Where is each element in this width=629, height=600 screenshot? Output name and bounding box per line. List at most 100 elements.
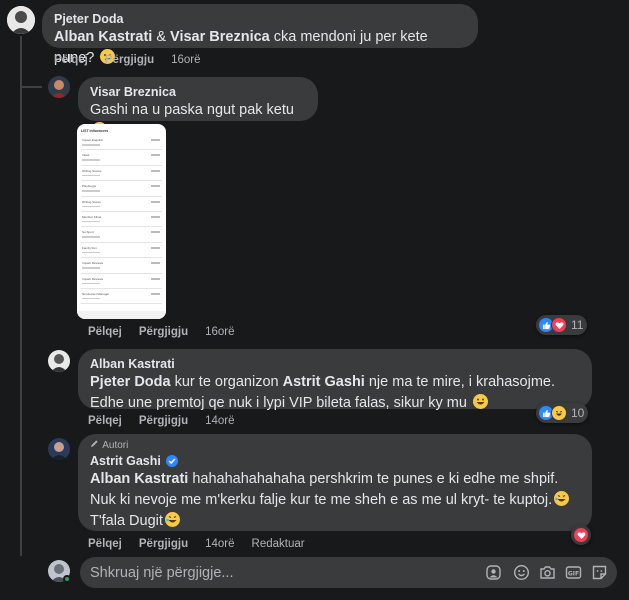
emoji-icon[interactable] <box>513 564 530 581</box>
image-row-sub <box>82 251 100 254</box>
image-row-value <box>151 246 160 249</box>
like-link[interactable]: Pëlqej <box>54 54 88 66</box>
comment-author: Astrit Gashi <box>90 453 580 469</box>
comment-author[interactable]: Pjeter Doda <box>54 11 466 27</box>
image-row-value <box>151 169 160 172</box>
image-bottom-bar <box>77 311 166 319</box>
mention-link[interactable]: Astrit Gashi <box>283 374 365 390</box>
image-row: Impact Reviews <box>81 274 162 289</box>
image-row-sub <box>82 297 100 300</box>
image-row-value <box>151 215 160 218</box>
timestamp[interactable]: 14orë <box>205 415 234 427</box>
comment-text: Alban Kastrati hahahahahahaha pershkrim … <box>90 469 580 532</box>
author-badge: Autori <box>90 439 580 453</box>
comment-text: Pjeter Doda kur te organizon Astrit Gash… <box>90 374 556 411</box>
thread-branch <box>20 86 42 88</box>
image-row-label: Member Klinet <box>82 214 102 219</box>
sticker-icon[interactable] <box>591 564 608 581</box>
image-row-sub <box>82 220 100 223</box>
comment-bubble: Autori Astrit Gashi Alban Kastrati hahah… <box>78 434 592 531</box>
image-row-sub <box>82 236 100 238</box>
image-title: LIST influencers <box>81 129 109 133</box>
image-row-label: Playbuggs <box>82 184 97 189</box>
pencil-icon <box>90 439 100 453</box>
image-row-sub <box>82 267 100 269</box>
reaction-summary[interactable] <box>571 525 591 545</box>
image-row: Inkett <box>81 150 162 166</box>
rofl-face-icon <box>554 491 570 506</box>
reaction-summary[interactable]: 11 <box>536 315 588 335</box>
image-row-sub <box>82 190 100 192</box>
image-row: Impact Reviews <box>81 258 162 274</box>
camera-icon[interactable] <box>539 564 556 581</box>
image-row-value <box>151 277 160 280</box>
mention-link[interactable]: Pjeter Doda <box>90 374 171 390</box>
reaction-count: 10 <box>571 406 585 420</box>
comment-actions: Pëlqej Përgjigju 14orë <box>88 415 252 427</box>
love-reaction-icon <box>573 527 589 543</box>
like-link[interactable]: Pëlqej <box>88 326 122 338</box>
avatar[interactable] <box>48 76 70 98</box>
reply-input[interactable] <box>80 557 460 588</box>
haha-reaction-icon <box>551 405 567 421</box>
reply-composer: GIF <box>80 557 617 588</box>
image-row-sub <box>82 174 100 177</box>
rofl-face-icon <box>164 512 180 527</box>
comment-actions: Pëlqej Përgjigju 14orë Redaktuar <box>88 538 322 550</box>
timestamp[interactable]: 16orë <box>205 326 234 338</box>
mention-link[interactable]: Visar Breznica <box>170 29 270 45</box>
image-row-value <box>151 200 160 203</box>
image-row-sub <box>82 282 100 285</box>
comment-actions: Pëlqej Përgjigju 16orë <box>88 326 252 338</box>
image-row: Member Klinet <box>81 212 162 228</box>
reply-link[interactable]: Përgjigju <box>139 326 188 338</box>
image-row-label: Su Sport <box>82 230 94 235</box>
image-row-value <box>151 139 160 141</box>
verified-badge-icon <box>166 455 179 467</box>
comment-bubble: Visar Breznica Gashi na u paska ngut pak… <box>78 77 318 137</box>
image-row: Nerdvorsel Manager <box>81 289 162 305</box>
avatar[interactable] <box>48 438 70 460</box>
avatar[interactable] <box>48 350 70 372</box>
comment-bubble: Alban Kastrati Pjeter Doda kur te organi… <box>78 349 592 411</box>
image-row-sub <box>82 205 100 208</box>
image-row-value <box>151 231 160 234</box>
mention-link[interactable]: Alban Kastrati <box>90 471 188 487</box>
online-status-dot <box>63 575 71 583</box>
love-reaction-icon <box>551 317 567 333</box>
comment-bubble: Pjeter Doda Alban Kastrati & Visar Brezn… <box>42 4 478 66</box>
image-row-value <box>151 154 160 157</box>
image-rows: Impact Enquirer Inkett Writing Stories Play… <box>77 135 166 305</box>
like-link[interactable]: Pëlqej <box>88 415 122 427</box>
reply-link[interactable]: Përgjigju <box>139 538 188 550</box>
image-row: Family Fun <box>81 243 162 259</box>
gif-icon[interactable]: GIF <box>565 564 582 581</box>
timestamp[interactable]: 14orë <box>205 538 234 550</box>
avatar-sticker-icon[interactable] <box>485 564 502 581</box>
timestamp[interactable]: 16orë <box>171 54 200 66</box>
thread-line <box>20 36 22 556</box>
reaction-summary[interactable]: 10 <box>536 403 589 423</box>
reply-link[interactable]: Përgjigju <box>105 54 154 66</box>
svg-text:GIF: GIF <box>568 571 579 578</box>
image-row-label: Impact Enquirer <box>82 138 104 142</box>
image-row: Impact Enquirer <box>81 135 162 151</box>
reply-link[interactable]: Përgjigju <box>139 415 188 427</box>
image-row-sub <box>82 144 100 146</box>
image-row-value <box>151 292 160 295</box>
image-row-label: Nerdvorsel Manager <box>82 291 110 296</box>
image-row: Su Sport <box>81 227 162 243</box>
avatar[interactable] <box>7 6 35 34</box>
comment-author[interactable]: Alban Kastrati <box>90 356 580 372</box>
image-row-value <box>151 185 160 188</box>
image-row-label: Writing Stories <box>82 168 102 173</box>
like-link[interactable]: Pëlqej <box>88 538 122 550</box>
attached-image[interactable]: LIST influencers Impact Enquirer Inkett Wr… <box>77 124 166 319</box>
image-row: Writing Stories <box>81 166 162 182</box>
reaction-count: 11 <box>571 318 584 332</box>
edited-label[interactable]: Redaktuar <box>252 538 305 550</box>
image-row-label: Family Fun <box>82 245 97 250</box>
comment-author[interactable]: Visar Breznica <box>90 84 306 100</box>
mention-link[interactable]: Alban Kastrati <box>54 29 152 45</box>
image-row-value <box>151 262 160 265</box>
